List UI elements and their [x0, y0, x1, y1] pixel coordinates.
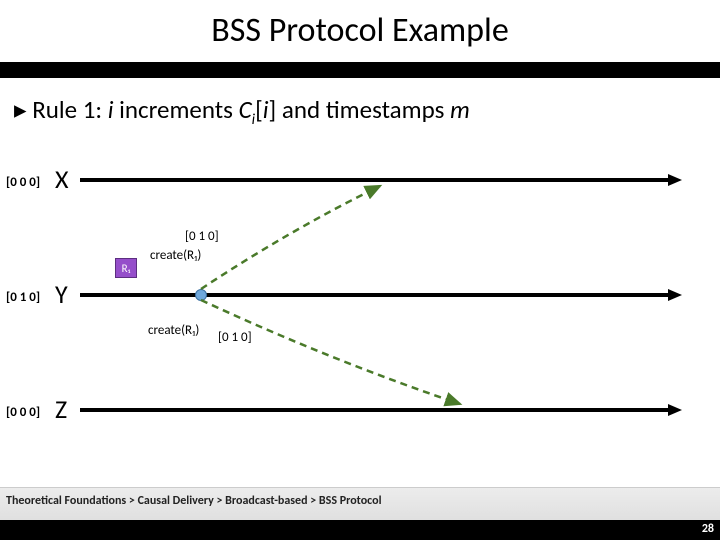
page-bar — [0, 520, 720, 540]
event-ts-below: [0 1 0] — [218, 330, 252, 345]
title-underline — [0, 62, 720, 78]
label-y-vector: [0 1 0] — [6, 290, 40, 305]
page-number: 28 — [702, 522, 714, 536]
breadcrumb: Theoretical Foundations > Causal Deliver… — [6, 494, 382, 508]
bullet-icon: ▸ — [14, 94, 27, 125]
rule-prefix: Rule 1: — [32, 94, 108, 125]
rule-m: m — [450, 94, 470, 125]
event-ts-above: [0 1 0] — [185, 229, 219, 244]
rule-c: C — [239, 94, 252, 125]
event-dot — [195, 289, 207, 301]
r1-message-box: R₁ — [115, 258, 137, 278]
page-title: BSS Protocol Example — [0, 0, 720, 51]
label-x-vector: [0 0 0] — [6, 175, 40, 190]
rule-text: ▸ Rule 1: i increments Ci[i] and timesta… — [14, 94, 470, 129]
node-y: Y — [55, 278, 68, 310]
event-create-above: create(R₁) — [150, 248, 201, 263]
rule-mid2: and timestamps — [276, 94, 450, 125]
dashed-arrows — [0, 0, 720, 540]
rule-mid1: increments — [114, 94, 239, 125]
node-z: Z — [55, 393, 67, 425]
timeline-z — [80, 408, 670, 412]
arrow-z-icon — [668, 404, 682, 416]
label-z-vector: [0 0 0] — [6, 405, 40, 420]
event-create-below: create(R₁) — [148, 323, 199, 338]
timeline-y — [80, 293, 670, 297]
node-x: X — [55, 163, 69, 195]
breadcrumb-bar: Theoretical Foundations > Causal Deliver… — [0, 487, 720, 520]
timeline-x — [80, 178, 670, 182]
rule-br1: [ — [255, 94, 263, 125]
slide: BSS Protocol Example ▸ Rule 1: i increme… — [0, 0, 720, 540]
arrow-x-icon — [668, 174, 682, 186]
arrow-y-icon — [668, 289, 682, 301]
